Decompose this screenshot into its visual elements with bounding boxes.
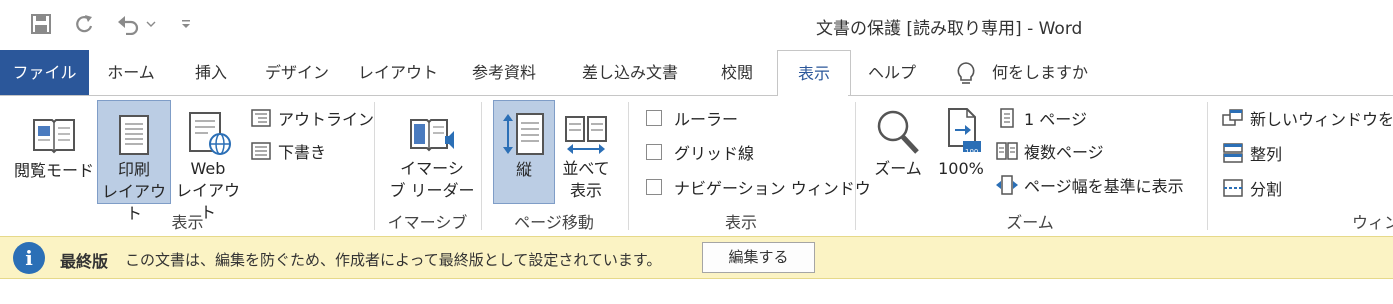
zoom-100-button[interactable]: 100 100% (932, 100, 990, 204)
title-bar: 文書の保護 [読み取り専用] - Word (0, 0, 1393, 50)
group-label-views: 表示 (171, 213, 204, 232)
tab-file[interactable]: ファイル (0, 50, 89, 95)
tab-references[interactable]: 参考資料 (456, 50, 552, 95)
group-separator (374, 102, 375, 230)
outline-button[interactable]: アウトライン (250, 104, 374, 132)
web-layout-icon (172, 100, 244, 156)
tab-design[interactable]: デザイン (254, 50, 340, 95)
side-by-side-icon (558, 100, 614, 156)
read-mode-button[interactable]: 閲覧モード (10, 100, 98, 204)
info-icon: i (13, 242, 45, 274)
page-width-button[interactable]: ページ幅を基準に表示 (996, 171, 1184, 199)
gridlines-checkbox[interactable]: グリッド線 (646, 138, 754, 166)
customize-qat-icon[interactable] (176, 10, 196, 38)
zoom-badge-text: 100 (965, 148, 979, 156)
tab-review[interactable]: 校閲 (704, 50, 770, 95)
message-bar: i 最終版 この文書は、編集を防ぐため、作成者によって最終版として設定されていま… (0, 236, 1393, 279)
gridlines-checkbox-box[interactable] (646, 144, 662, 160)
redo-icon[interactable] (70, 10, 98, 38)
tab-insert[interactable]: 挿入 (178, 50, 244, 95)
save-icon[interactable] (27, 10, 55, 38)
group-label-immersive: イマーシブ (387, 213, 468, 232)
side-by-side-button[interactable]: 並べて 表示 (558, 100, 614, 204)
lightbulb-icon (955, 61, 977, 87)
group-label-show: 表示 (724, 213, 757, 232)
tab-mailings[interactable]: 差し込み文書 (567, 50, 693, 95)
ruler-checkbox-box[interactable] (646, 110, 662, 126)
zoom-button[interactable]: ズーム (868, 100, 928, 204)
multiple-pages-button[interactable]: 複数ページ (996, 137, 1104, 165)
edit-anyway-button[interactable]: 編集する (702, 242, 815, 273)
group-separator (1207, 102, 1208, 230)
immersive-reader-icon (388, 100, 476, 156)
tab-home[interactable]: ホーム (93, 50, 169, 95)
draft-button[interactable]: 下書き (250, 137, 326, 165)
web-layout-button[interactable]: Web レイアウト (172, 100, 244, 222)
vertical-page-icon (494, 101, 554, 157)
print-layout-icon (98, 101, 170, 157)
outline-icon (250, 107, 272, 129)
nav-pane-checkbox[interactable]: ナビゲーション ウィンドウ (646, 173, 871, 201)
new-window-icon (1222, 107, 1244, 129)
split-icon (1222, 177, 1244, 199)
group-separator (481, 102, 482, 230)
tab-help[interactable]: ヘルプ (858, 50, 926, 95)
nav-pane-checkbox-box[interactable] (646, 179, 662, 195)
one-page-button[interactable]: 1 ページ (996, 104, 1087, 132)
page-width-icon (996, 174, 1018, 196)
chevron-down-icon[interactable] (142, 10, 160, 38)
window-title: 文書の保護 [読み取り専用] - Word (816, 19, 1083, 39)
group-label-zoom: ズーム (1006, 213, 1054, 232)
group-label-page-movement: ページ移動 (514, 213, 594, 232)
immersive-reader-button[interactable]: イマーシ ブ リーダー (388, 100, 476, 204)
tell-me-search[interactable]: 何をしますか (992, 50, 1092, 95)
arrange-all-button[interactable]: 整列 (1222, 139, 1282, 167)
one-page-icon (996, 107, 1018, 129)
ruler-checkbox[interactable]: ルーラー (646, 104, 738, 132)
page-100-icon: 100 (932, 100, 990, 156)
group-separator (628, 102, 629, 230)
group-separator (855, 102, 856, 230)
undo-icon[interactable] (114, 10, 142, 38)
magnifier-icon (868, 100, 928, 156)
vertical-page-button[interactable]: 縦 (493, 100, 555, 204)
multiple-pages-icon (996, 140, 1018, 162)
ribbon: 閲覧モード 印刷 レイアウト Web レイアウト アウトライン 下書き 表示 イ… (0, 96, 1393, 235)
ribbon-tabs: ファイル ホーム 挿入 デザイン レイアウト 参考資料 差し込み文書 校閲 表示… (0, 50, 1393, 97)
draft-icon (250, 140, 272, 162)
arrange-all-icon (1222, 142, 1244, 164)
tab-layout[interactable]: レイアウト (350, 50, 446, 95)
group-label-window: ウィン (1352, 213, 1393, 232)
tab-view[interactable]: 表示 (777, 50, 851, 97)
new-window-button[interactable]: 新しいウィンドウを開く (1222, 104, 1393, 132)
split-button[interactable]: 分割 (1222, 174, 1282, 202)
read-mode-icon (10, 100, 98, 156)
message-bar-text: この文書は、編集を防ぐため、作成者によって最終版として設定されています。 (125, 251, 662, 269)
print-layout-button[interactable]: 印刷 レイアウト (97, 100, 171, 223)
message-bar-title: 最終版 (60, 252, 109, 271)
